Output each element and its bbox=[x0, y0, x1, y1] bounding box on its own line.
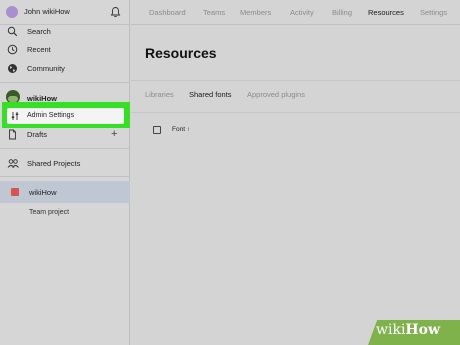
sidebar-item-shared-projects[interactable]: Shared Projects bbox=[0, 155, 130, 173]
people-icon bbox=[7, 158, 19, 169]
sidebar-item-label: Shared Projects bbox=[27, 159, 81, 168]
tab-activity[interactable]: Activity bbox=[290, 8, 314, 17]
sidebar-item-team-project[interactable]: Team project bbox=[29, 209, 69, 216]
file-icon bbox=[7, 129, 18, 140]
tab-billing[interactable]: Billing bbox=[332, 8, 352, 17]
sidebar: John wikiHow Search Recent Community wik… bbox=[0, 0, 130, 345]
watermark-text: wikiHow bbox=[376, 322, 440, 338]
project-color-swatch bbox=[11, 188, 19, 196]
sidebar-item-community[interactable]: Community bbox=[0, 60, 130, 78]
subtab-approved-plugins[interactable]: Approved plugins bbox=[247, 90, 305, 99]
sidebar-item-search[interactable]: Search bbox=[0, 23, 130, 41]
subtab-shared-fonts[interactable]: Shared fonts bbox=[189, 90, 232, 99]
user-row[interactable]: John wikiHow bbox=[0, 0, 130, 25]
tab-dashboard[interactable]: Dashboard bbox=[149, 8, 186, 17]
divider bbox=[131, 80, 460, 81]
tab-teams[interactable]: Teams bbox=[203, 8, 225, 17]
divider bbox=[0, 148, 130, 149]
user-name[interactable]: John wikiHow bbox=[24, 7, 70, 16]
sidebar-item-recent[interactable]: Recent bbox=[0, 41, 130, 59]
divider bbox=[131, 112, 460, 113]
user-avatar[interactable] bbox=[6, 6, 18, 18]
watermark-how: How bbox=[405, 322, 441, 338]
select-all-checkbox[interactable] bbox=[153, 126, 161, 134]
sidebar-item-label: Community bbox=[27, 64, 65, 73]
search-icon bbox=[7, 26, 18, 37]
subtab-libraries[interactable]: Libraries bbox=[145, 90, 174, 99]
tab-resources[interactable]: Resources bbox=[368, 8, 404, 17]
divider bbox=[0, 176, 130, 177]
sidebar-item-label: Admin Settings bbox=[27, 112, 75, 119]
tab-members[interactable]: Members bbox=[240, 8, 271, 17]
sidebar-item-label: Drafts bbox=[27, 130, 48, 139]
sidebar-item-label: Recent bbox=[27, 45, 51, 54]
tab-settings[interactable]: Settings bbox=[420, 8, 447, 17]
globe-icon bbox=[7, 63, 18, 74]
sidebar-item-project[interactable] bbox=[0, 181, 130, 203]
bell-icon[interactable] bbox=[110, 6, 121, 18]
add-draft-icon[interactable]: + bbox=[111, 128, 117, 140]
page-title: Resources bbox=[145, 45, 217, 61]
sidebar-item-label: Search bbox=[27, 27, 51, 36]
divider bbox=[0, 82, 130, 83]
watermark-wiki: wiki bbox=[376, 322, 406, 338]
column-header-font[interactable]: Font ↑ bbox=[172, 126, 190, 133]
clock-icon bbox=[7, 44, 18, 55]
project-name[interactable]: wikiHow bbox=[29, 188, 57, 197]
sliders-icon bbox=[10, 111, 20, 121]
